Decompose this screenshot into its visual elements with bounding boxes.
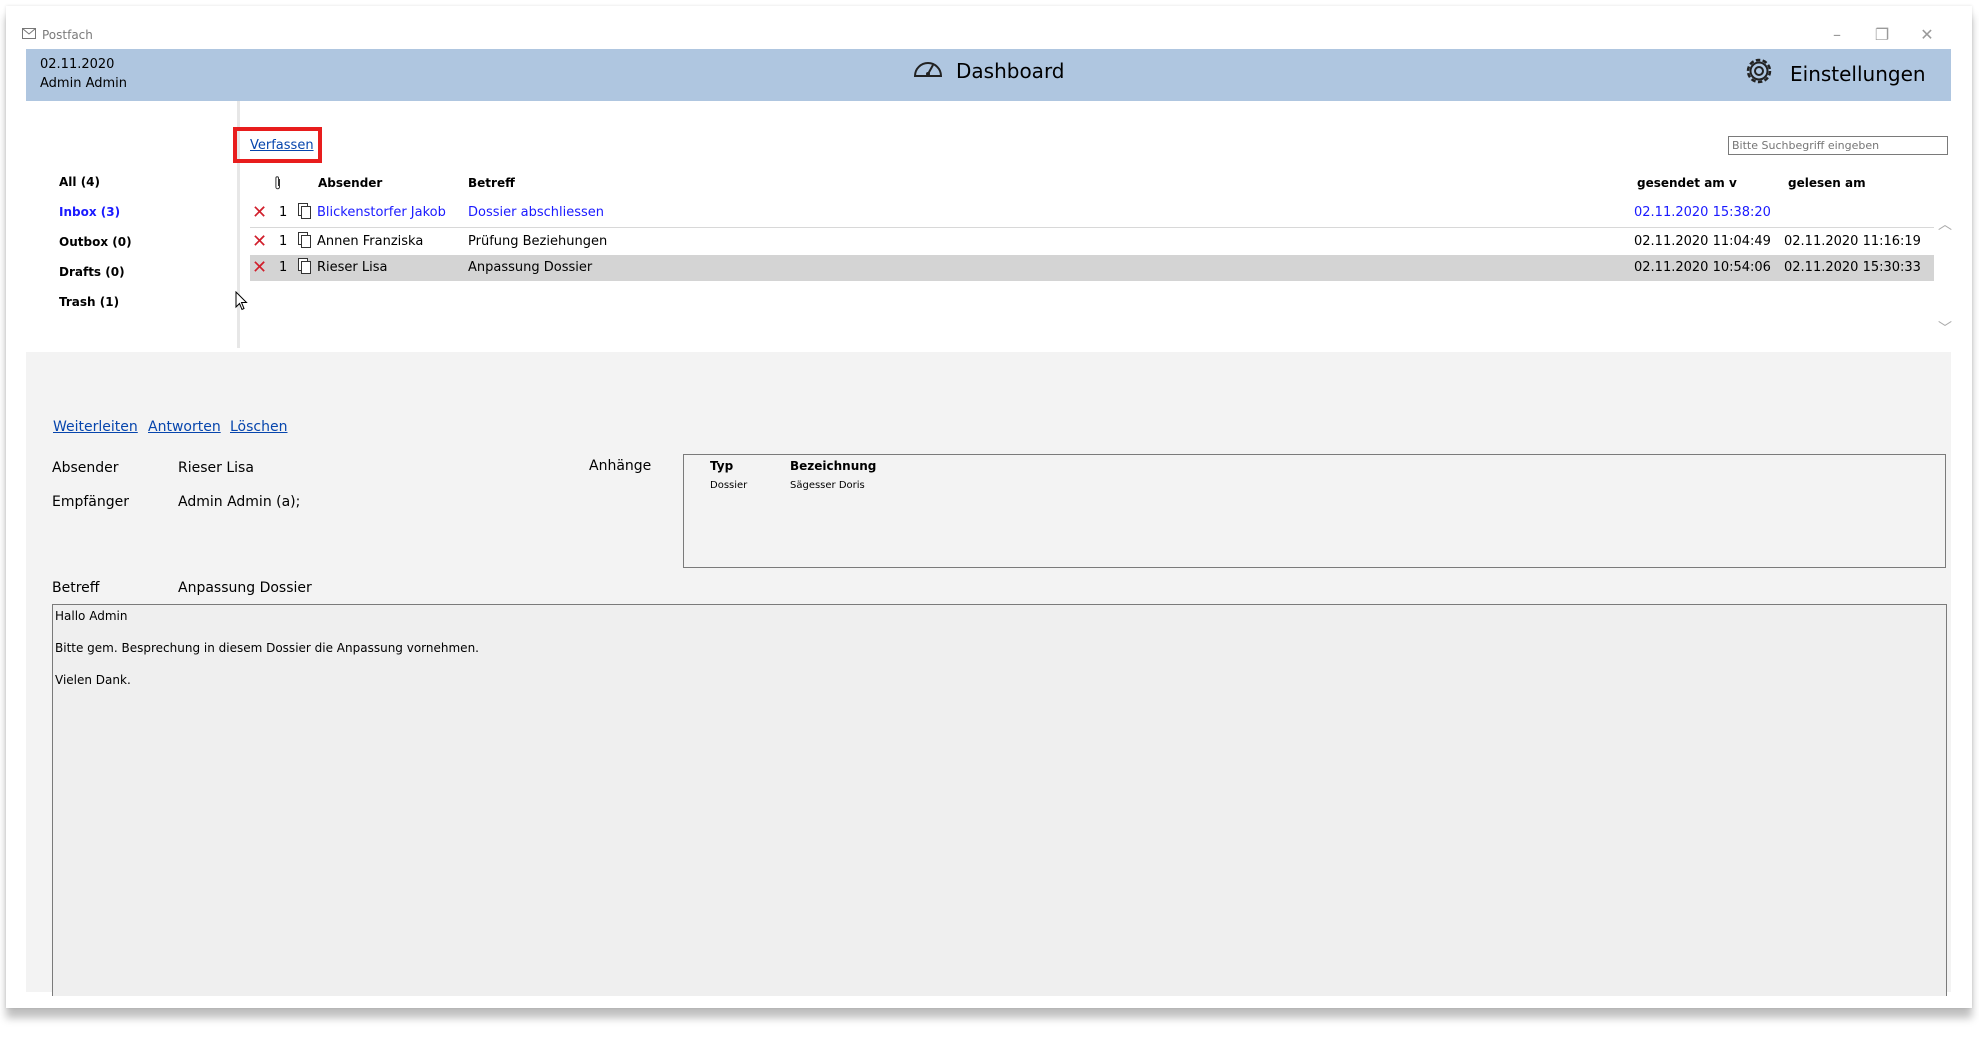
row-read: 02.11.2020 15:30:33 [1784, 260, 1921, 275]
row-subject: Dossier abschliessen [468, 205, 604, 220]
folder-all[interactable]: All (4) [59, 175, 100, 189]
folder-drafts[interactable]: Drafts (0) [59, 265, 125, 279]
row-count: 1 [279, 260, 288, 275]
subject-label: Betreff [52, 580, 100, 596]
row-sender: Blickenstorfer Jakob [317, 205, 446, 220]
minimize-icon[interactable]: – [1826, 24, 1848, 46]
dashboard-gauge-icon [912, 57, 944, 84]
delete-icon[interactable]: ✕ [252, 259, 267, 277]
recipient-value: Admin Admin (a); [178, 494, 301, 510]
table-row-selected[interactable]: ✕ 1 Rieser Lisa Anpassung Dossier 02.11.… [250, 255, 1934, 281]
settings-label: Einstellungen [1790, 61, 1926, 86]
window-title-bar: Postfach [22, 25, 93, 45]
header-date: 02.11.2020 [40, 57, 115, 72]
sender-label: Absender [52, 460, 119, 476]
col-header-subject[interactable]: Betreff [468, 176, 515, 190]
folder-trash[interactable]: Trash (1) [59, 295, 119, 309]
message-body[interactable]: Hallo Admin Bitte gem. Besprechung in di… [52, 604, 1947, 996]
col-header-sender[interactable]: Absender [318, 176, 382, 190]
delete-icon[interactable]: ✕ [252, 233, 267, 251]
row-sent: 02.11.2020 11:04:49 [1634, 234, 1771, 249]
message-icon [298, 258, 311, 279]
row-sent: 02.11.2020 10:54:06 [1634, 260, 1771, 275]
body-line: Vielen Dank. [55, 673, 131, 687]
message-icon [298, 203, 311, 224]
row-divider [250, 227, 1934, 228]
attachments-label: Anhänge [589, 458, 652, 474]
close-icon[interactable]: ✕ [1916, 24, 1938, 46]
restore-icon[interactable]: ❐ [1871, 24, 1893, 46]
row-sender: Rieser Lisa [317, 260, 388, 275]
folder-inbox[interactable]: Inbox (3) [59, 205, 120, 219]
dashboard-label: Dashboard [956, 58, 1065, 83]
row-read: 02.11.2020 11:16:19 [1784, 234, 1921, 249]
attachments-col-type: Typ [710, 459, 734, 473]
table-row[interactable]: ✕ 1 Annen Franziska Prüfung Beziehungen … [250, 229, 1934, 255]
message-icon [298, 232, 311, 253]
scroll-down-icon[interactable]: ﹀ [1938, 318, 1952, 338]
body-line: Bitte gem. Besprechung in diesem Dossier… [55, 641, 479, 655]
scroll-up-icon[interactable]: ︿ [1938, 214, 1952, 234]
subject-value: Anpassung Dossier [178, 580, 312, 596]
delete-button[interactable]: Löschen [230, 419, 287, 435]
header-bar: 02.11.2020 Admin Admin Dashboard Einstel… [26, 49, 1951, 101]
dashboard-button[interactable]: Dashboard [912, 57, 1065, 84]
col-header-read[interactable]: gelesen am [1788, 176, 1866, 190]
window-title: Postfach [42, 28, 93, 42]
row-count: 1 [279, 234, 288, 249]
attachment-type[interactable]: Dossier [710, 480, 747, 491]
row-subject: Prüfung Beziehungen [468, 234, 608, 249]
sender-value: Rieser Lisa [178, 460, 254, 476]
row-subject: Anpassung Dossier [468, 260, 593, 275]
gear-icon [1742, 54, 1776, 93]
attachments-col-name: Bezeichnung [790, 459, 877, 473]
row-count: 1 [279, 205, 288, 220]
col-header-sent[interactable]: gesendet am v [1637, 176, 1737, 190]
settings-button[interactable]: Einstellungen [1742, 54, 1926, 93]
table-row[interactable]: ✕ 1 Blickenstorfer Jakob Dossier abschli… [250, 200, 1934, 226]
delete-icon[interactable]: ✕ [252, 204, 267, 222]
recipient-label: Empfänger [52, 494, 130, 510]
folder-outbox[interactable]: Outbox (0) [59, 235, 132, 249]
attachments-table: Typ Bezeichnung Dossier Sägesser Doris [683, 454, 1946, 568]
row-sent: 02.11.2020 15:38:20 [1634, 205, 1771, 220]
mouse-cursor-icon [235, 290, 248, 315]
reply-button[interactable]: Antworten [148, 419, 221, 435]
mail-icon [22, 28, 36, 42]
compose-button[interactable]: Verfassen [250, 138, 314, 153]
attachment-name[interactable]: Sägesser Doris [790, 480, 865, 491]
body-line: Hallo Admin [55, 609, 128, 623]
row-sender: Annen Franziska [317, 234, 424, 249]
forward-button[interactable]: Weiterleiten [53, 419, 138, 435]
attachment-icon [274, 175, 282, 195]
search-input[interactable] [1728, 136, 1948, 155]
header-user: Admin Admin [40, 76, 127, 91]
